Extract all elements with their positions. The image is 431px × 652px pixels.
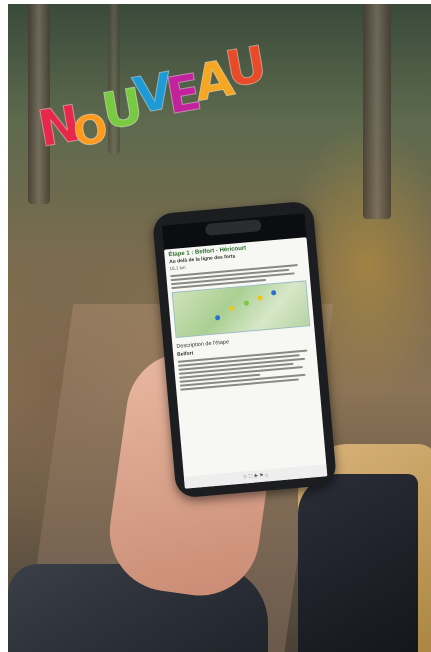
title-letter: U [221, 34, 272, 99]
glove-cuff [298, 474, 418, 652]
phone-screen[interactable]: Étape 1 : Belfort - Héricourt Au delà de… [163, 237, 328, 489]
route-map[interactable] [171, 280, 311, 338]
map-marker[interactable] [214, 315, 221, 321]
bottom-toolbar[interactable]: ⚐ ⛶ ✚ ⚑ ⌂ [183, 464, 328, 489]
tree-trunk [363, 4, 391, 219]
map-marker[interactable] [229, 305, 235, 312]
map-marker[interactable] [270, 290, 277, 296]
map-marker[interactable] [257, 295, 263, 301]
map-marker[interactable] [243, 300, 250, 306]
smartphone: Étape 1 : Belfort - Héricourt Au delà de… [151, 200, 338, 499]
